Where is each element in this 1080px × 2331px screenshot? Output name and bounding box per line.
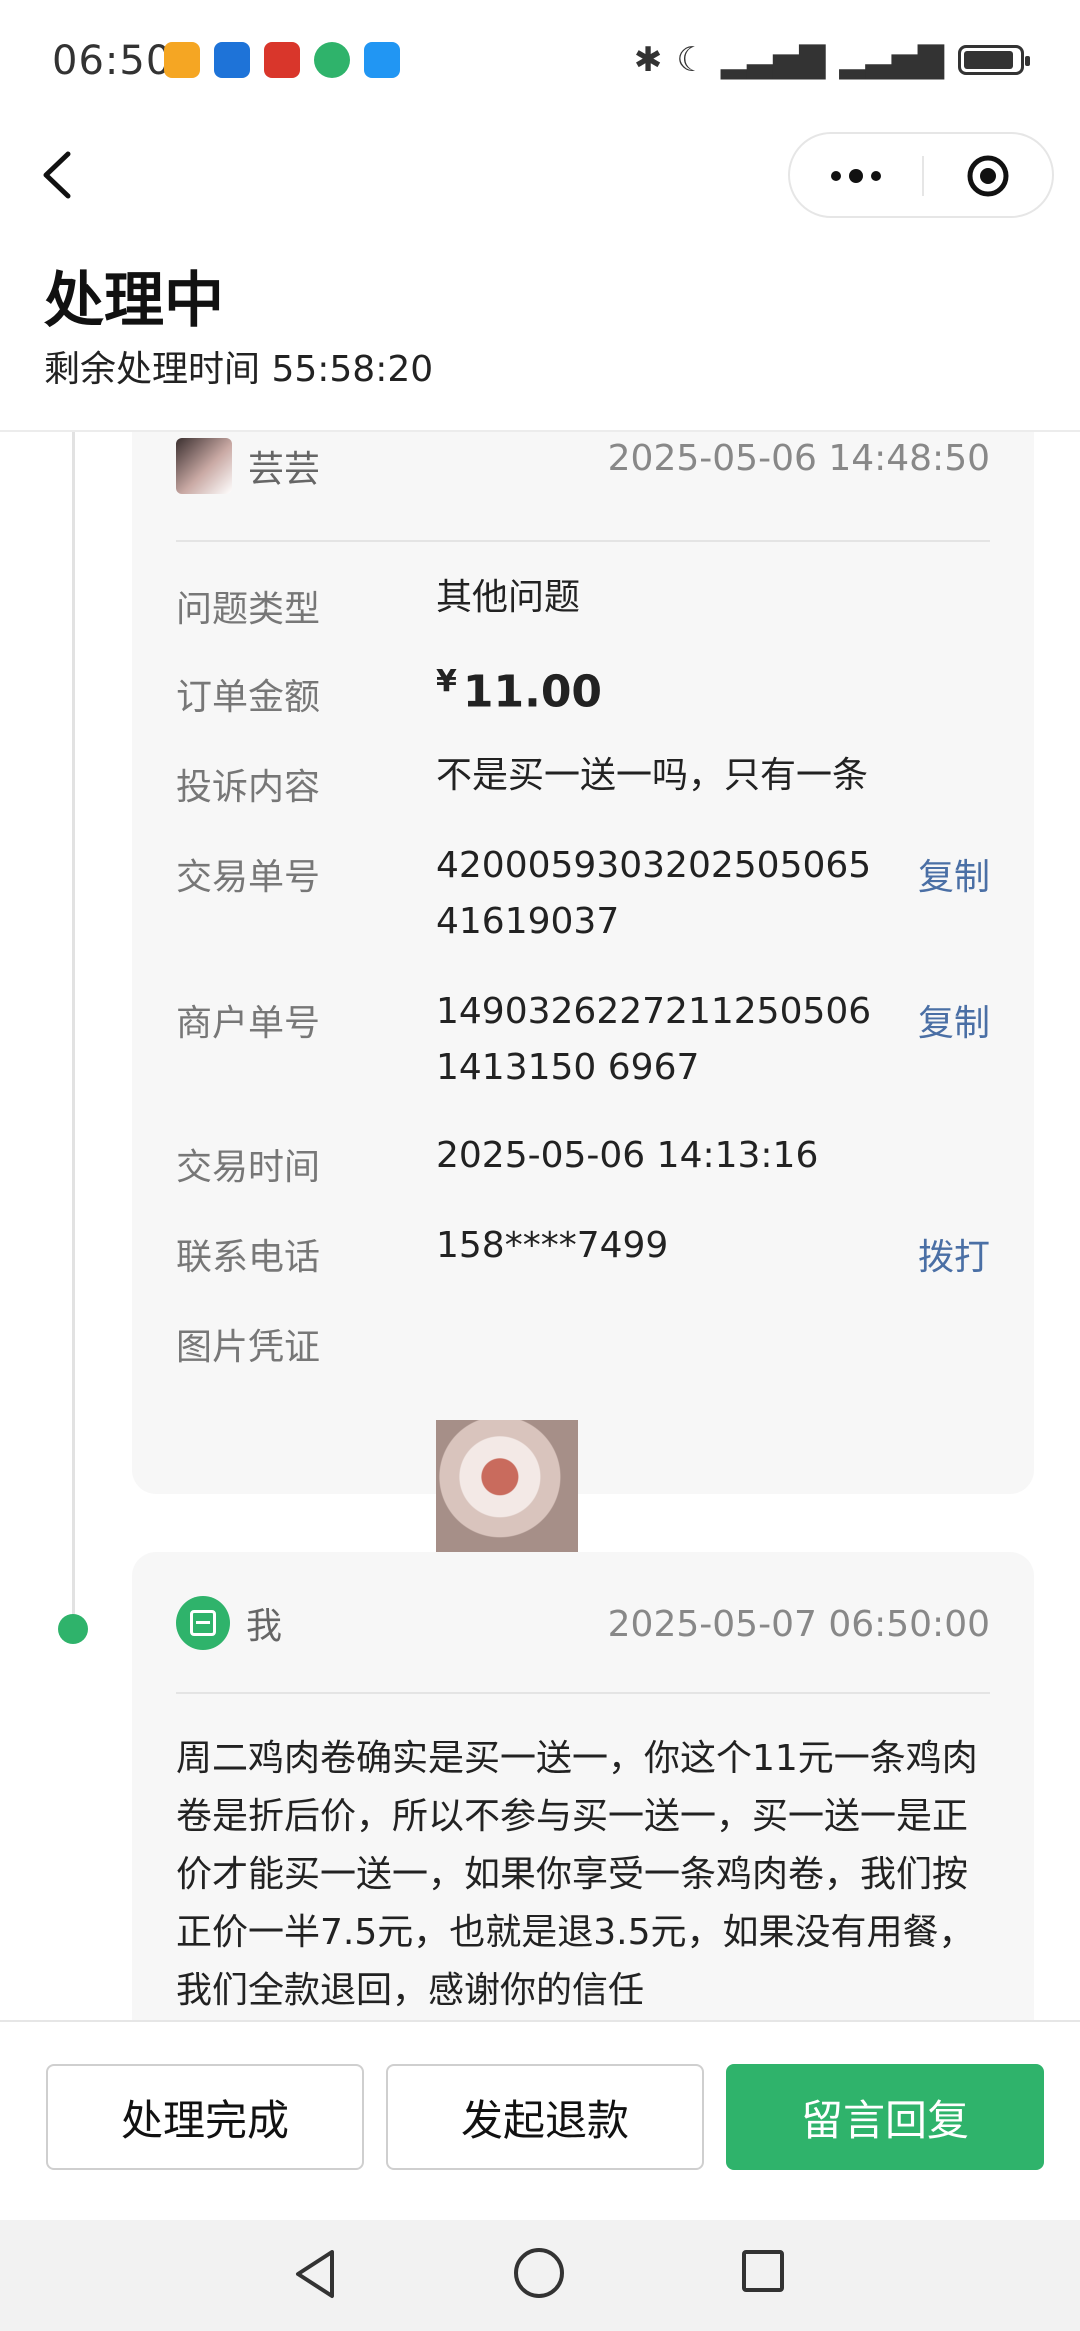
field-value: 其他问题 [436,577,581,618]
reply-card: 我 2025-05-07 06:50:00 周二鸡肉卷确实是买一送一，你这个11… [132,1552,1034,2020]
status-time: 06:50 [52,38,173,84]
capsule-divider [922,156,924,196]
moon-icon: ☾ [676,40,707,80]
notification-icons [164,42,400,78]
reply-button[interactable]: 留言回复 [726,2064,1044,2170]
field-label: 投诉内容 [176,767,321,808]
battery-level [964,51,1013,69]
field-label: 交易时间 [176,1147,321,1188]
field-value: 不是买一送一吗，只有一条 [436,755,869,796]
complaint-author: 芸芸 [176,438,320,494]
system-indicators: ✱ ☾ ▂▃▅▇ ▂▃▅▇ [633,40,1030,80]
nav-back-icon[interactable] [290,2248,340,2300]
field-value: 158****7499 [436,1225,669,1266]
complaint-timestamp: 2025-05-06 14:48:50 [607,438,990,479]
field-value: 2025-05-06 14:13:16 [436,1135,819,1176]
status-bar: 06:50 ✱ ☾ ▂▃▅▇ ▂▃▅▇ [0,0,1080,120]
system-nav-bar [0,2220,1080,2331]
message-icon [364,42,400,78]
target-icon[interactable] [966,154,1010,198]
currency-symbol: ¥ [436,664,457,699]
field-label: 图片凭证 [176,1327,321,1368]
call-button[interactable]: 拨打 [918,1228,990,1280]
avatar [176,438,232,494]
back-arrow-icon[interactable] [38,150,78,200]
weibo-icon [164,42,200,78]
card-divider [176,540,990,542]
mini-program-capsule [788,132,1054,218]
amount-value: 11.00 [462,666,603,718]
complete-button[interactable]: 处理完成 [46,2064,364,2170]
battery-icon [958,45,1030,75]
nav-recent-icon[interactable] [742,2250,784,2292]
complaint-card: 芸芸 2025-05-06 14:48:50 问题类型 其他问题 订单金额 ¥1… [132,432,1034,1562]
reply-timestamp: 2025-05-07 06:50:00 [607,1604,990,1645]
signal-icon-2: ▂▃▅▇ [839,40,944,80]
page-title: 处理中 [44,266,224,336]
complaint-timeline[interactable]: 芸芸 2025-05-06 14:48:50 问题类型 其他问题 订单金额 ¥1… [0,432,1080,2020]
card-divider [176,1692,990,1694]
field-label: 交易单号 [176,857,321,898]
field-value: 14903262272112505061413150 6967 [436,991,872,1088]
order-amount: ¥11.00 [436,654,886,721]
author-name: 芸芸 [248,449,321,490]
signal-icon: ▂▃▅▇ [720,40,826,80]
field-label: 问题类型 [176,589,321,630]
timeline-dot [58,1614,88,1644]
field-label: 联系电话 [176,1237,321,1278]
action-bar: 处理完成 发起退款 留言回复 [0,2020,1080,2222]
author-name: 我 [246,1606,283,1647]
merchant-icon [176,1596,230,1650]
copy-trade-no-button[interactable]: 复制 [918,848,990,900]
app-green-icon [314,42,350,78]
proof-image[interactable] [436,1420,578,1562]
field-label: 订单金额 [176,677,321,718]
browser-icon [214,42,250,78]
nav-home-icon[interactable] [514,2248,564,2298]
more-dots-icon[interactable] [828,164,884,188]
copy-merchant-no-button[interactable]: 复制 [918,994,990,1046]
reply-author: 我 [176,1596,282,1650]
field-label: 商户单号 [176,1003,321,1044]
bluetooth-icon: ✱ [633,40,663,80]
refund-button[interactable]: 发起退款 [386,2064,704,2170]
timeline-line [72,432,75,1622]
reply-message: 周二鸡肉卷确实是买一送一，你这个11元一条鸡肉卷是折后价，所以不参与买一送一，买… [176,1738,978,2011]
app-red-icon [264,42,300,78]
remaining-time: 剩余处理时间 55:58:20 [44,349,434,390]
field-value: 420005930320250506541619037 [436,845,872,942]
